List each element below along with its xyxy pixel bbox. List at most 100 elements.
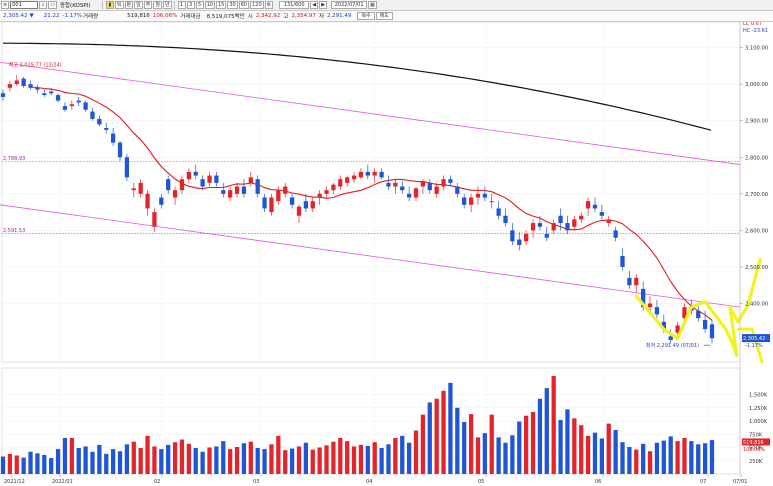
date-axis-label: 06 (595, 479, 601, 485)
candle (413, 186, 419, 202)
candle (468, 193, 474, 213)
candle (572, 215, 577, 231)
candle-body (386, 182, 391, 187)
next-button[interactable]: ▶ (319, 1, 328, 9)
return-button[interactable]: 복수 (357, 12, 375, 20)
high-annotation: 최고 3,025.77 (12/24) (9, 62, 62, 69)
candle-body (310, 201, 315, 209)
volume-bar (627, 446, 632, 474)
price-axis-label: 2,600.00 (745, 228, 768, 234)
volume-bar (331, 441, 336, 474)
candle (524, 230, 529, 246)
interval-button[interactable]: 5 (195, 1, 204, 9)
candle-body (592, 204, 598, 209)
volume-bar (172, 442, 178, 474)
date-axis-label: 07/01 (733, 479, 747, 485)
chart-type-icon[interactable]: ▮ (105, 1, 114, 9)
candle-body (489, 201, 494, 203)
guide-lines (0, 61, 741, 308)
volume-axis-label: 250K (749, 459, 763, 465)
interval-button[interactable]: 120 (250, 1, 264, 9)
lock-icon[interactable]: ▭ (48, 1, 57, 9)
candle-body (317, 193, 322, 198)
volume-bar (283, 450, 288, 474)
candle-body (427, 182, 432, 191)
volume-bar (310, 449, 315, 474)
volume-bar (641, 443, 646, 474)
candle (365, 164, 370, 180)
volume-bar (420, 414, 426, 474)
candle (193, 164, 198, 180)
candle-body (248, 177, 253, 183)
interval-button[interactable]: 3 (186, 1, 195, 9)
candle (97, 115, 102, 127)
current-price-pct: -1.17% (745, 343, 763, 349)
volume-bar (434, 398, 439, 474)
volume-bar (49, 458, 54, 474)
candle-body (131, 188, 136, 191)
candle (406, 186, 412, 202)
candle (510, 223, 515, 246)
period-button[interactable]: 주 (143, 1, 153, 9)
interval-button[interactable]: 1 (177, 1, 186, 9)
candle-body (186, 171, 191, 180)
candle (372, 168, 377, 183)
period-button[interactable]: 월 (153, 1, 162, 9)
candle (358, 168, 364, 180)
candle (138, 179, 143, 198)
volume-bar (475, 437, 481, 474)
candle-body (372, 171, 377, 176)
candle-body (28, 84, 33, 88)
candle-body (606, 219, 611, 224)
index-code-input[interactable]: 001 (10, 1, 39, 9)
period-button[interactable]: 년 (162, 1, 172, 9)
period-button[interactable]: 일 (134, 1, 143, 9)
volume-bar (303, 442, 309, 474)
candle-body (544, 234, 549, 238)
volume-bar (661, 440, 666, 474)
menu-button[interactable]: ≡ (1, 1, 10, 9)
search-icon[interactable]: ⌕ (39, 1, 48, 9)
calendar-icon[interactable]: ▦ (368, 1, 377, 9)
date-input[interactable]: 2022/07/01 (331, 1, 368, 9)
candle (0, 89, 6, 101)
candle-body (400, 186, 405, 191)
prev-button[interactable]: ◀ (310, 1, 319, 9)
count-display[interactable]: 131/600 (279, 1, 310, 9)
volume-bar (544, 388, 549, 474)
candle-body (193, 171, 198, 176)
candle-body (565, 223, 570, 231)
candle-body (166, 179, 171, 191)
volume-bar (345, 441, 350, 474)
volume-bar (248, 441, 253, 474)
candle (289, 193, 295, 209)
candle (448, 175, 453, 187)
volume-bar (551, 375, 556, 474)
period-button[interactable]: 분 (124, 1, 134, 9)
settings-icon[interactable]: ⚙ (264, 1, 274, 9)
period-button[interactable]: 틱 (114, 1, 124, 9)
interval-button[interactable]: 10 (204, 1, 215, 9)
low-value: 2,291.49 (326, 13, 352, 19)
candle-body (200, 179, 205, 187)
volume-bar (35, 453, 40, 474)
candle (283, 182, 288, 198)
current-price: 2,305.42 (3, 13, 28, 19)
interval-button[interactable]: 60 (238, 1, 250, 9)
candle (55, 93, 61, 103)
candle-body (468, 197, 474, 205)
hc-label: HC -23.61 (743, 28, 768, 34)
volume-axis-label: 1,000K (749, 419, 768, 425)
index-name: 종합(KOSPI) (59, 3, 91, 9)
candle-body (138, 182, 143, 194)
separator (173, 1, 175, 9)
candle-body (654, 307, 660, 315)
volume-bar (510, 435, 515, 474)
candle-body (599, 212, 604, 216)
volume-bar (221, 441, 226, 474)
interval-button[interactable]: 15 (215, 1, 227, 9)
interval-button[interactable]: 30 (227, 1, 238, 9)
price-volume-chart[interactable]: 3,100.00 3,000.00 2,900.00 2,800.00 2,700.00… (0, 22, 773, 486)
candle (90, 107, 95, 121)
trade-button[interactable]: 매도 (375, 12, 393, 20)
